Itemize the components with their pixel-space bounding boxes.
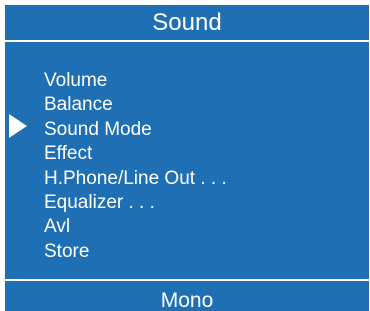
menu-item-equalizer[interactable]: Equalizer . . . (44, 191, 227, 215)
menu-item-volume[interactable]: Volume (44, 69, 227, 93)
sound-mode-status: Mono (5, 281, 369, 311)
selection-pointer-icon (9, 114, 27, 138)
menu-panel: Volume Balance Sound Mode Effect H.Phone… (5, 42, 369, 279)
menu-item-balance[interactable]: Balance (44, 93, 227, 117)
menu-item-effect[interactable]: Effect (44, 142, 227, 166)
menu-list: Volume Balance Sound Mode Effect H.Phone… (44, 69, 227, 264)
menu-title: Sound (5, 5, 369, 40)
menu-item-store[interactable]: Store (44, 240, 227, 264)
menu-item-sound-mode[interactable]: Sound Mode (44, 118, 227, 142)
sound-osd-menu: Sound Volume Balance Sound Mode Effect H… (5, 5, 369, 311)
menu-item-avl[interactable]: Avl (44, 215, 227, 239)
menu-item-headphone-line-out[interactable]: H.Phone/Line Out . . . (44, 167, 227, 191)
